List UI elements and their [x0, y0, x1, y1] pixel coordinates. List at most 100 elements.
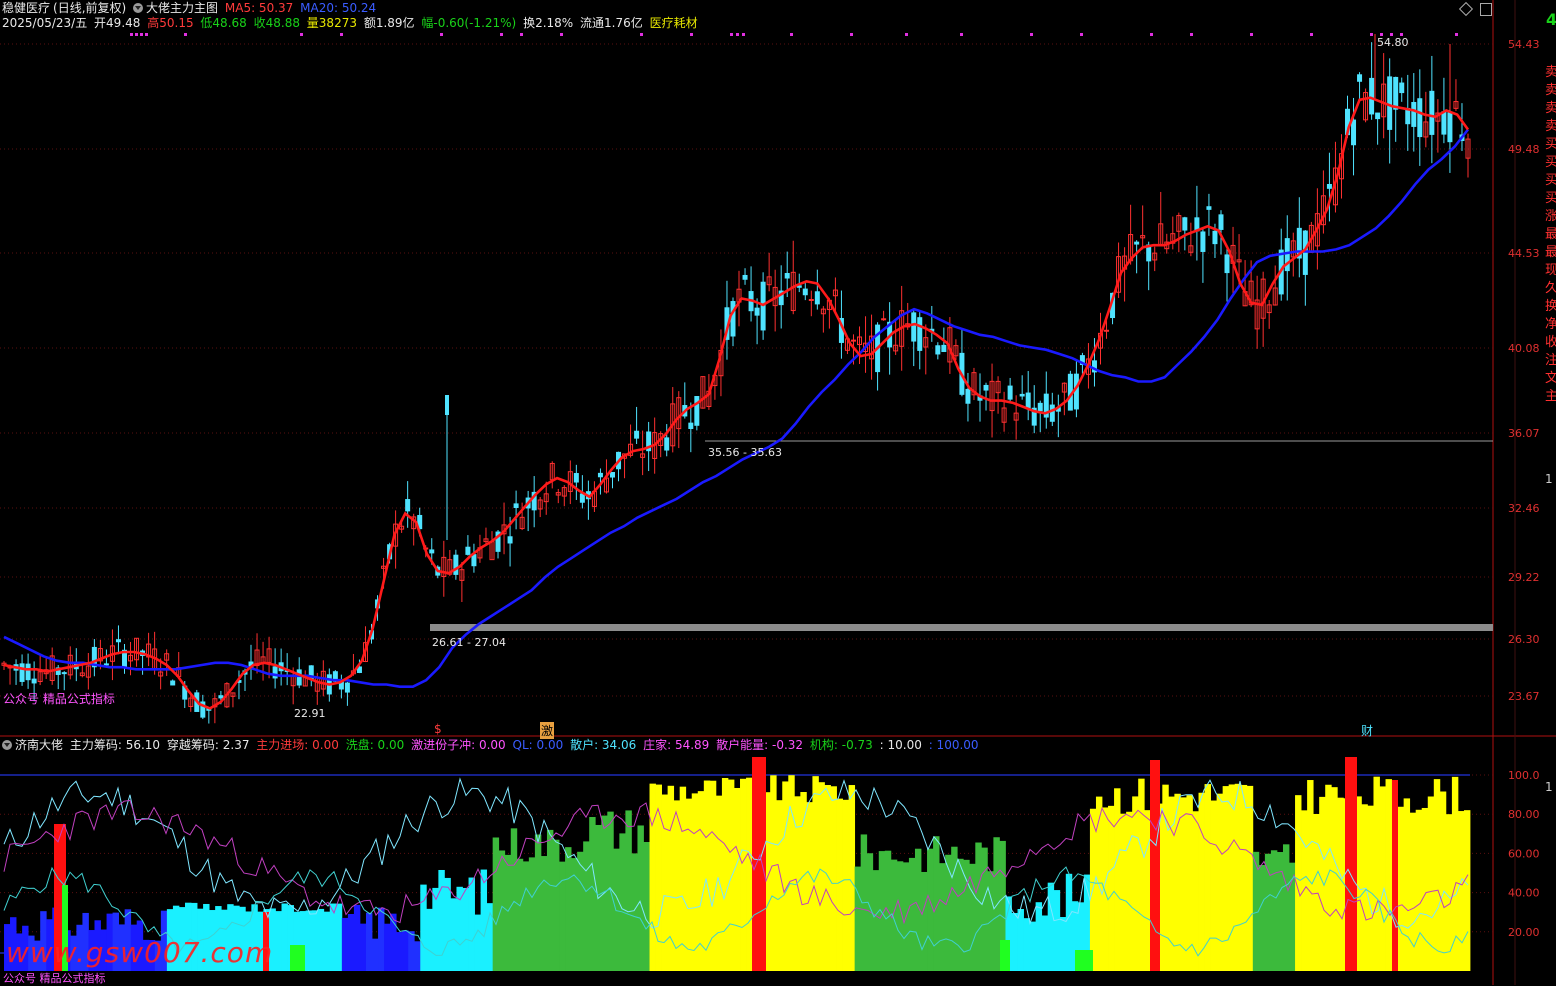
- zone-upper-label: 35.56 - 35.63: [708, 446, 782, 459]
- indicator-bar: [721, 777, 729, 971]
- candle-body: [296, 669, 302, 686]
- signal-dot: [135, 33, 138, 36]
- indicator-bar: [275, 911, 282, 971]
- indicator-bar: [396, 932, 403, 971]
- candle-body: [61, 672, 67, 675]
- indicator-bar: [347, 913, 355, 971]
- right-panel-char[interactable]: 净: [1545, 316, 1556, 334]
- right-panel-char[interactable]: 涨: [1545, 208, 1556, 226]
- indicator-bar: [1017, 908, 1024, 971]
- indicator-bar: [1059, 917, 1067, 971]
- indicator-bar: [1114, 788, 1121, 971]
- candle-body: [742, 274, 748, 280]
- indicator-bar: [661, 794, 669, 971]
- indicator-bar: [824, 785, 831, 971]
- indicator-bar: [341, 917, 349, 971]
- indicator-bar: [281, 903, 288, 971]
- indicator-bar: [498, 850, 506, 971]
- right-panel-char[interactable]: 久: [1545, 280, 1556, 298]
- indicator-bar: [1065, 873, 1073, 971]
- right-panel-char[interactable]: 主: [1545, 388, 1556, 406]
- indicator-bar: [1095, 796, 1103, 971]
- indicator-bar: [776, 800, 783, 971]
- signal-dot: [1150, 33, 1153, 36]
- indicator-bar: [740, 778, 747, 971]
- indicator-bar: [1361, 804, 1368, 971]
- candle-body: [1073, 373, 1079, 410]
- candle-body: [1049, 404, 1055, 422]
- indicator-bar: [685, 798, 693, 971]
- sub-y-tick-label: 100.0: [1508, 769, 1540, 782]
- signal-dot: [742, 33, 745, 36]
- signal-dot: [300, 33, 303, 36]
- right-panel-char[interactable]: 换: [1545, 298, 1556, 316]
- indicator-green-bar: [1000, 940, 1010, 971]
- signal-s2: 激: [540, 722, 555, 739]
- y-tick-label: 26.30: [1508, 633, 1540, 646]
- candle-body: [1007, 385, 1013, 400]
- right-panel-char[interactable]: 注: [1545, 352, 1556, 370]
- right-panel-char[interactable]: 最: [1545, 244, 1556, 262]
- candle-body: [1417, 98, 1423, 138]
- candlestick-series: [1, 34, 1471, 724]
- right-panel-char[interactable]: 买: [1545, 172, 1556, 190]
- candle-body: [1447, 112, 1453, 143]
- signal-dots-row: [130, 33, 1458, 36]
- right-panel-char[interactable]: 卖: [1545, 82, 1556, 100]
- right-panel-char[interactable]: 卖: [1545, 100, 1556, 118]
- right-panel-char[interactable]: 文: [1545, 370, 1556, 388]
- indicator-bar: [957, 858, 964, 971]
- right-panel-char[interactable]: 卖: [1545, 64, 1556, 82]
- indicator-bar: [1180, 797, 1187, 971]
- candle-body: [917, 317, 923, 351]
- indicator-bar: [365, 912, 373, 971]
- signal-dot: [184, 33, 187, 36]
- indicator-bar: [480, 869, 488, 971]
- indicator-red-bar: [752, 757, 766, 971]
- sub-y-tick-label: 20.00: [1508, 926, 1540, 939]
- candle-body: [1104, 329, 1110, 332]
- jijin-value: 激进份子冲: 0.00: [411, 738, 506, 752]
- candle-body: [1134, 241, 1140, 245]
- xipan-value: 洗盘: 0.00: [345, 738, 405, 752]
- indicator-bar: [921, 871, 928, 971]
- signal-dot: [1080, 33, 1083, 36]
- indicator-bar: [1258, 864, 1266, 971]
- indicator-bar: [679, 786, 687, 971]
- indicator-bar: [317, 908, 325, 971]
- indicator-bar: [552, 839, 560, 971]
- indicator-red-bar: [1150, 760, 1160, 971]
- indicator-bar: [836, 798, 843, 971]
- stock-chart-svg[interactable]: 54.43 49.48 44.53 40.08 36.07 32.46 29.22 26.30…: [0, 0, 1556, 985]
- indicator-bar: [1397, 806, 1405, 971]
- right-panel-char[interactable]: 现: [1545, 262, 1556, 280]
- candle-body: [1369, 77, 1375, 115]
- main-gridlines: [0, 43, 1493, 697]
- indicator-bar: [649, 783, 656, 971]
- right-side-panel[interactable]: 卖卖卖卖买买买买涨最最现久换净收注文主: [1545, 64, 1556, 406]
- right-panel-char[interactable]: 收: [1545, 334, 1556, 352]
- indicator-name[interactable]: 济南大佬: [15, 738, 63, 752]
- right-panel-char[interactable]: 买: [1545, 136, 1556, 154]
- candle-body: [664, 437, 670, 451]
- candle-body: [507, 536, 513, 544]
- indicator-bar: [1415, 809, 1423, 971]
- candle-body: [983, 384, 989, 391]
- right-panel-char[interactable]: 买: [1545, 190, 1556, 208]
- indicator-bar: [1222, 786, 1230, 971]
- indicator-bar: [788, 775, 795, 971]
- candle-body: [1182, 217, 1188, 231]
- indicator-red-bar: [1392, 780, 1398, 971]
- signal-dot: [640, 33, 643, 36]
- indicator-bar: [534, 834, 542, 971]
- right-panel-char[interactable]: 最: [1545, 226, 1556, 244]
- ten-value: : 10.00: [879, 738, 922, 752]
- dropdown-icon[interactable]: [2, 740, 12, 750]
- right-panel-char[interactable]: 卖: [1545, 118, 1556, 136]
- indicator-bar: [1120, 813, 1127, 971]
- indicator-bar: [975, 842, 982, 971]
- indicator-bar: [770, 775, 777, 971]
- indicator-bar: [335, 903, 343, 971]
- right-panel-char[interactable]: 买: [1545, 154, 1556, 172]
- indicator-bar: [842, 799, 850, 971]
